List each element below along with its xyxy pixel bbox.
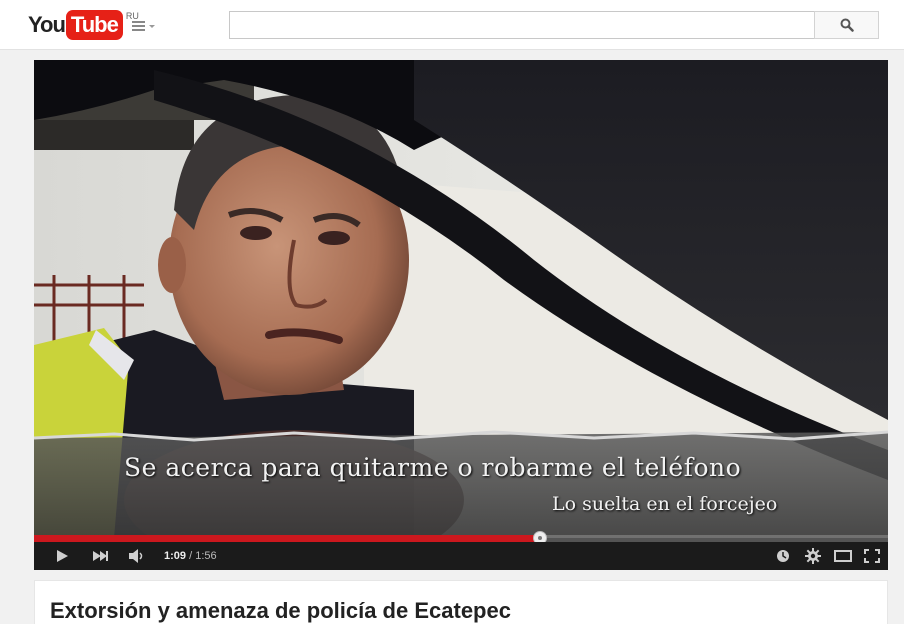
fullscreen-icon <box>864 549 880 563</box>
play-button[interactable] <box>48 542 76 570</box>
progress-bar[interactable] <box>34 531 888 545</box>
theater-mode-button[interactable] <box>830 542 856 570</box>
settings-button[interactable] <box>800 542 826 570</box>
youtube-logo[interactable]: You Tube RU <box>28 10 139 40</box>
watch-later-icon <box>777 550 789 562</box>
theater-mode-icon <box>834 550 852 562</box>
total-time: 1:56 <box>195 550 217 562</box>
video-info-card: Extorsión y amenaza de policía de Ecatep… <box>34 580 888 624</box>
time-separator: / <box>189 550 193 562</box>
logo-tube-text: Tube <box>65 10 123 40</box>
guide-menu-button[interactable] <box>130 17 158 35</box>
settings-icon <box>805 548 821 564</box>
time-display: 1:09 / 1:56 <box>164 542 217 570</box>
volume-icon <box>129 549 143 563</box>
menu-icon <box>132 21 155 31</box>
search-icon <box>840 18 854 32</box>
video-title: Extorsión y amenaza de policía de Ecatep… <box>50 598 511 623</box>
player-controls: 1:09 / 1:56 <box>34 542 888 570</box>
volume-button[interactable] <box>122 542 150 570</box>
subtitle-line-1: Se acerca para quitarme o robarme el tel… <box>124 453 742 482</box>
subtitle-line-2: Lo suelta en el forcejeo <box>552 493 778 515</box>
video-player[interactable]: Se acerca para quitarme o robarme el tel… <box>34 60 888 570</box>
play-icon <box>57 550 68 562</box>
search-button[interactable] <box>814 11 879 39</box>
masthead: You Tube RU <box>0 0 904 50</box>
logo-you-text: You <box>28 12 66 37</box>
fullscreen-button[interactable] <box>860 542 884 570</box>
next-icon <box>93 551 108 561</box>
watch-later-button[interactable] <box>772 542 794 570</box>
progress-played <box>34 535 540 542</box>
search-input[interactable] <box>229 11 815 39</box>
next-button[interactable] <box>86 542 114 570</box>
current-time: 1:09 <box>164 550 187 562</box>
